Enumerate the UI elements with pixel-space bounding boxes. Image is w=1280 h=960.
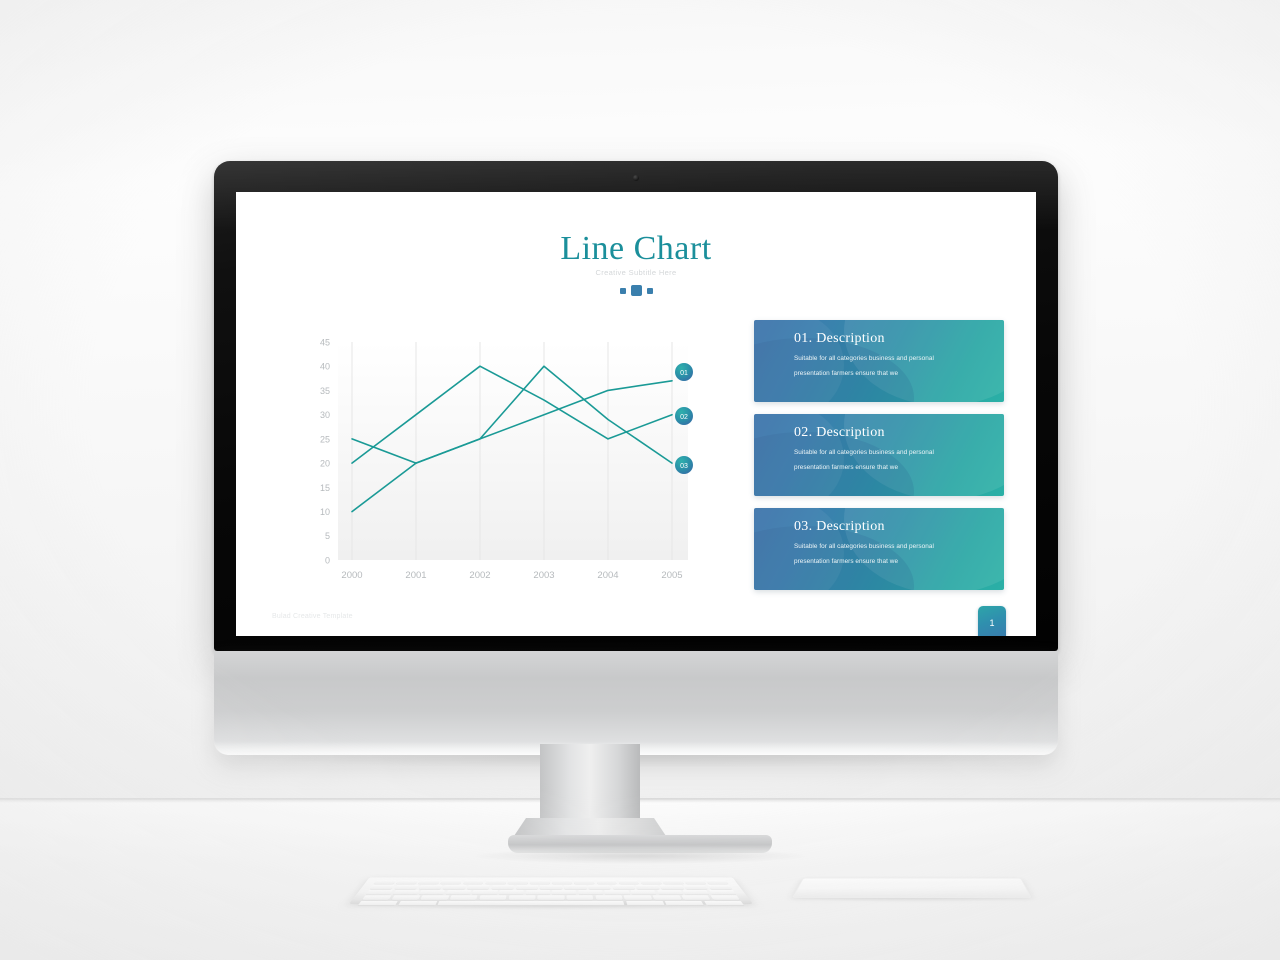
monitor-chin: [214, 651, 1058, 755]
description-card-03[interactable]: 03. Description Suitable for all categor…: [754, 508, 1004, 590]
presentation-slide: Line Chart Creative Subtitle Here 45 40 …: [236, 192, 1036, 636]
svg-text:35: 35: [320, 386, 330, 396]
description-card-01[interactable]: 01. Description Suitable for all categor…: [754, 320, 1004, 402]
svg-text:2003: 2003: [533, 570, 554, 581]
page-subtitle: Creative Subtitle Here: [595, 268, 677, 277]
trackpad-surface[interactable]: [792, 878, 1032, 898]
trackpad[interactable]: [792, 854, 1032, 898]
svg-text:2004: 2004: [597, 570, 618, 581]
description-card-list: 01. Description Suitable for all categor…: [754, 320, 1006, 602]
svg-text:20: 20: [320, 459, 330, 469]
svg-text:2002: 2002: [469, 570, 490, 581]
svg-text:2000: 2000: [341, 570, 362, 581]
square-dot-small-left: [619, 287, 626, 294]
slide-number-badge: 1: [978, 606, 1006, 636]
line-chart: 45 40 35 30 25 20 15 10 5 0 2000 2001 20…: [294, 322, 724, 592]
svg-text:25: 25: [320, 434, 330, 444]
svg-text:2001: 2001: [405, 570, 426, 581]
card-title: 01. Description: [794, 331, 885, 346]
monitor-screen: Line Chart Creative Subtitle Here 45 40 …: [236, 192, 1036, 636]
svg-text:40: 40: [320, 362, 330, 372]
page-title: Line Chart: [560, 230, 712, 267]
webcam-icon: [633, 175, 639, 181]
y-axis-labels: 45 40 35 30 25 20 15 10 5 0: [320, 338, 330, 566]
keyboard-keys: [349, 877, 753, 906]
description-card-02[interactable]: 02. Description Suitable for all categor…: [754, 414, 1004, 496]
desktop-monitor: Line Chart Creative Subtitle Here 45 40 …: [214, 161, 1058, 755]
badge-01-label: 01: [680, 370, 688, 377]
footer-template-name: Bulad Creative Template: [272, 613, 353, 620]
card-body-line1: Suitable for all categories business and…: [794, 543, 934, 550]
square-dot-small-right: [646, 287, 653, 294]
keyboard-row-number: [369, 884, 733, 890]
svg-text:10: 10: [320, 507, 330, 517]
svg-text:45: 45: [320, 338, 330, 348]
card-title: 02. Description: [794, 425, 885, 440]
keyboard-row-function: [373, 879, 729, 884]
card-title: 03. Description: [794, 519, 885, 534]
card-body-line2: presentation farmers ensure that we: [794, 370, 899, 378]
x-axis-labels: 2000 2001 2002 2003 2004 2005: [341, 570, 682, 581]
keyboard-row-space: [357, 900, 745, 906]
card-body-line2: presentation farmers ensure that we: [794, 558, 899, 566]
monitor-stand-neck: [540, 744, 640, 828]
svg-text:30: 30: [320, 410, 330, 420]
svg-text:2005: 2005: [661, 570, 682, 581]
plot-area: [338, 342, 688, 560]
keyboard[interactable]: [349, 848, 753, 906]
decorative-dots: [236, 285, 1036, 296]
keyboard-row-home: [362, 895, 740, 900]
monitor-bezel: Line Chart Creative Subtitle Here 45 40 …: [214, 161, 1058, 651]
badge-03-label: 03: [680, 463, 688, 470]
square-dot-large-center: [630, 285, 642, 296]
keyboard-row-qwerty: [366, 889, 736, 895]
card-body-line1: Suitable for all categories business and…: [794, 449, 934, 456]
svg-text:5: 5: [325, 531, 330, 541]
badge-02-label: 02: [680, 414, 688, 421]
svg-text:15: 15: [320, 483, 330, 493]
card-body-line2: presentation farmers ensure that we: [794, 464, 899, 472]
svg-text:0: 0: [325, 555, 330, 565]
desk-edge: [0, 798, 1280, 803]
card-body-line1: Suitable for all categories business and…: [794, 355, 934, 362]
line-chart-svg: 45 40 35 30 25 20 15 10 5 0 2000 2001 20…: [320, 338, 693, 581]
desk-scene: Line Chart Creative Subtitle Here 45 40 …: [0, 0, 1280, 960]
